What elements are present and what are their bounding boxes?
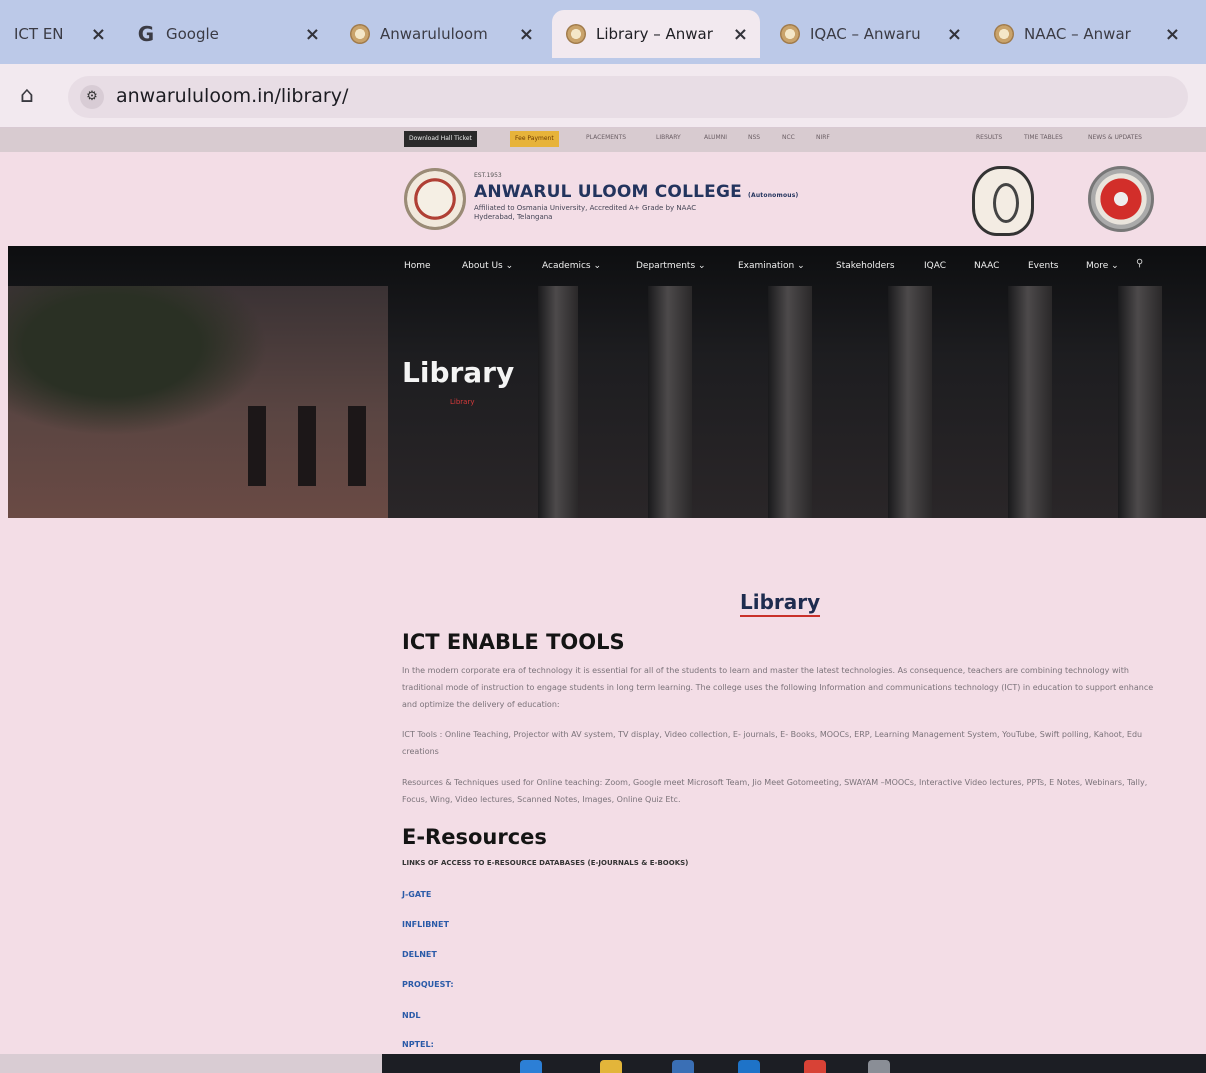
site-info-icon[interactable]: ⚙ [80, 85, 104, 109]
hero-title: Library [402, 356, 515, 389]
fee-payment-button[interactable]: Fee Payment [510, 131, 559, 147]
topbar-link-alumni[interactable]: ALUMNI [704, 134, 727, 141]
hero-column [888, 286, 932, 518]
tab-iqac[interactable]: IQAC – Anwaru × [766, 10, 974, 58]
nav-iqac[interactable]: IQAC [924, 261, 946, 271]
topbar-link-ncc[interactable]: NCC [782, 134, 795, 141]
est-year: EST.1953 [474, 172, 502, 179]
omnibox[interactable]: ⚙ anwarululoom.in/library/ [68, 76, 1188, 118]
search-icon[interactable]: ⚲ [1136, 258, 1143, 269]
close-icon[interactable]: × [1165, 24, 1180, 45]
site-brand-header: EST.1953 ANWARUL ULOOM COLLEGE (Autonomo… [0, 152, 1206, 246]
close-icon[interactable]: × [91, 24, 106, 45]
hero-column [768, 286, 812, 518]
autonomous-label: (Autonomous) [748, 192, 799, 199]
google-icon: G [137, 22, 155, 46]
tab-title: Library – Anwar [596, 25, 713, 43]
affiliation-text: Affiliated to Osmania University, Accred… [474, 204, 794, 222]
topbar-link-nss[interactable]: NSS [748, 134, 760, 141]
browser-tab-strip: ICT EN × G Google × Anwarululoom × Libra… [0, 0, 1206, 64]
nav-stakeholders[interactable]: Stakeholders [836, 261, 895, 271]
tab-library[interactable]: Library – Anwar × [552, 10, 760, 58]
page-content: Library ICT ENABLE TOOLS In the modern c… [0, 518, 1206, 1054]
store-icon[interactable] [738, 1060, 760, 1073]
tab-title: NAAC – Anwar [1024, 25, 1131, 43]
close-icon[interactable]: × [519, 24, 534, 45]
link-nptel[interactable]: NPTEL: [402, 1040, 434, 1049]
hero-column [1008, 286, 1052, 518]
ict-tools-paragraph: ICT Tools : Online Teaching, Projector w… [402, 730, 1143, 756]
chrome-icon[interactable] [804, 1060, 826, 1073]
hero-column [1118, 286, 1162, 518]
link-ndl[interactable]: NDL [402, 1011, 420, 1020]
affiliation-line: Affiliated to Osmania University, Accred… [474, 204, 697, 212]
hero-tree-shadow [8, 286, 268, 436]
tab-ict[interactable]: ICT EN × [0, 10, 118, 58]
tab-naac[interactable]: NAAC – Anwar × [980, 10, 1192, 58]
topbar-link-placements[interactable]: PLACEMENTS [586, 134, 626, 141]
edge-icon[interactable] [520, 1060, 542, 1073]
society-emblem-logo [972, 166, 1034, 236]
college-name-text: ANWARUL ULOOM COLLEGE [474, 182, 742, 202]
page-title: Library [740, 590, 821, 617]
tab-title: IQAC – Anwaru [810, 25, 921, 43]
nav-more[interactable]: More ⌄ [1086, 261, 1119, 271]
hero-building-image [8, 286, 388, 518]
hero-column [538, 286, 578, 518]
close-icon[interactable]: × [947, 24, 962, 45]
nav-naac[interactable]: NAAC [974, 261, 999, 271]
topbar-link-results[interactable]: RESULTS [976, 134, 1002, 141]
nav-home[interactable]: Home [404, 261, 431, 271]
hero-banner: Home About Us ⌄ Academics ⌄ Departments … [8, 246, 1206, 518]
college-logo-icon [350, 24, 370, 44]
close-icon[interactable]: × [733, 24, 748, 45]
breadcrumb[interactable]: Library [450, 398, 474, 406]
link-j-gate[interactable]: J-GATE [402, 890, 431, 899]
college-logo-icon [994, 24, 1014, 44]
college-name[interactable]: ANWARUL ULOOM COLLEGE (Autonomous) [474, 182, 798, 202]
home-icon[interactable]: ⌂ [20, 84, 44, 108]
tab-google[interactable]: G Google × [122, 10, 332, 58]
link-inflibnet[interactable]: INFLIBNET [402, 920, 449, 929]
main-nav: Home About Us ⌄ Academics ⌄ Departments … [8, 246, 1206, 286]
naac-emblem-logo [1088, 166, 1154, 232]
site-topbar: Download Hall Ticket Fee Payment PLACEME… [0, 128, 1206, 152]
location-line: Hyderabad, Telangana [474, 213, 553, 221]
link-proquest[interactable]: PROQUEST: [402, 980, 454, 989]
online-teaching-paragraph: Resources & Techniques used for Online t… [402, 778, 1148, 804]
college-logo-icon [780, 24, 800, 44]
topbar-link-news[interactable]: NEWS & UPDATES [1088, 134, 1142, 141]
hero-window [298, 406, 316, 486]
hero-window [348, 406, 366, 486]
e-resource-links-heading: LINKS OF ACCESS TO E-RESOURCE DATABASES … [402, 859, 689, 867]
college-seal-logo[interactable] [404, 168, 466, 230]
app-icon[interactable] [868, 1060, 890, 1073]
topbar-link-time-tables[interactable]: TIME TABLES [1024, 134, 1063, 141]
nav-examination[interactable]: Examination ⌄ [738, 261, 805, 271]
nav-academics[interactable]: Academics ⌄ [542, 261, 601, 271]
nav-events[interactable]: Events [1028, 261, 1058, 271]
tab-title: Google [166, 25, 219, 43]
hero-window [248, 406, 266, 486]
file-explorer-icon[interactable] [600, 1060, 622, 1073]
address-bar: ⌂ ⚙ anwarululoom.in/library/ [0, 64, 1206, 128]
url-text[interactable]: anwarululoom.in/library/ [116, 85, 348, 107]
nav-departments[interactable]: Departments ⌄ [636, 261, 706, 271]
ict-intro-paragraph: In the modern corporate era of technolog… [402, 666, 1154, 709]
topbar-link-nirf[interactable]: NIRF [816, 134, 830, 141]
e-resources-heading: E-Resources [402, 825, 547, 849]
os-taskbar [382, 1054, 1206, 1073]
ict-tools-heading: ICT ENABLE TOOLS [402, 630, 625, 654]
tab-title: Anwarululoom [380, 25, 488, 43]
college-logo-icon [566, 24, 586, 44]
download-hall-ticket-button[interactable]: Download Hall Ticket [404, 131, 477, 147]
link-delnet[interactable]: DELNET [402, 950, 437, 959]
tab-anwarululoom[interactable]: Anwarululoom × [336, 10, 546, 58]
nav-about-us[interactable]: About Us ⌄ [462, 261, 513, 271]
hero-column [648, 286, 692, 518]
close-icon[interactable]: × [305, 24, 320, 45]
desktop-strip [0, 1054, 382, 1073]
app-icon[interactable] [672, 1060, 694, 1073]
topbar-link-library[interactable]: LIBRARY [656, 134, 681, 141]
